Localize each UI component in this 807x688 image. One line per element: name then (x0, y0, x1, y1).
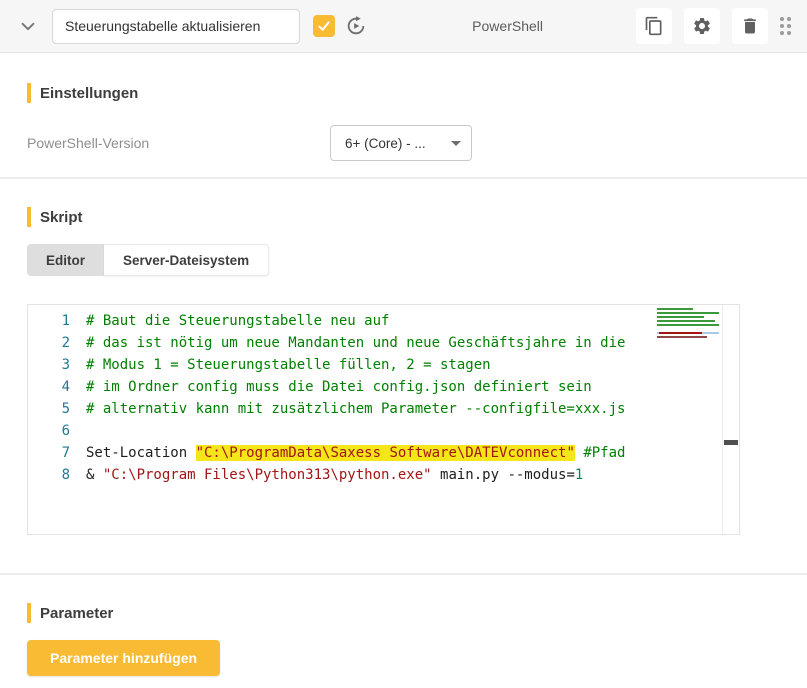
script-tabs: Editor Server-Dateisystem (27, 244, 780, 276)
settings-button[interactable] (684, 8, 720, 44)
powershell-version-value: 6+ (Core) - ... (345, 136, 445, 151)
minimap[interactable] (656, 308, 720, 354)
copy-button[interactable] (636, 8, 672, 44)
script-title: Skript (40, 209, 83, 226)
code-line[interactable]: 4# im Ordner config muss die Datei confi… (28, 376, 739, 398)
header-actions (636, 8, 768, 44)
parameter-title: Parameter (40, 605, 113, 622)
code-lines: 1# Baut die Steuerungstabelle neu auf2# … (28, 310, 739, 486)
task-name-input[interactable] (52, 9, 300, 44)
drag-handle[interactable] (780, 17, 791, 35)
powershell-version-row: PowerShell-Version 6+ (Core) - ... (27, 125, 780, 161)
code-line[interactable]: 1# Baut die Steuerungstabelle neu auf (28, 310, 739, 332)
code-line[interactable]: 6 (28, 420, 739, 442)
code-line[interactable]: 7Set-Location "C:\ProgramData\Saxess Sof… (28, 442, 739, 464)
collapse-chevron-icon[interactable] (16, 14, 40, 38)
settings-title: Einstellungen (40, 85, 138, 102)
tab-editor[interactable]: Editor (27, 244, 104, 276)
script-section-header: Skript (27, 207, 780, 227)
code-line[interactable]: 3# Modus 1 = Steuerungstabelle füllen, 2… (28, 354, 739, 376)
editor-scrollbar[interactable] (722, 305, 739, 534)
powershell-version-select[interactable]: 6+ (Core) - ... (330, 125, 472, 161)
task-header: PowerShell (0, 0, 807, 53)
code-line[interactable]: 2# das ist nötig um neue Mandanten und n… (28, 332, 739, 354)
add-parameter-button[interactable]: Parameter hinzufügen (27, 640, 220, 676)
powershell-version-label: PowerShell-Version (27, 135, 330, 151)
enabled-checkbox[interactable] (313, 15, 335, 37)
run-task-icon[interactable] (344, 14, 368, 38)
divider (0, 177, 807, 179)
section-accent-bar (27, 603, 31, 623)
delete-button[interactable] (732, 8, 768, 44)
scrollbar-thumb[interactable] (724, 440, 738, 445)
divider (0, 573, 807, 575)
section-accent-bar (27, 83, 31, 103)
dropdown-caret-icon (451, 141, 461, 146)
section-accent-bar (27, 207, 31, 227)
tab-server-filesystem[interactable]: Server-Dateisystem (104, 244, 269, 276)
code-line[interactable]: 8& "C:\Program Files\Python313\python.ex… (28, 464, 739, 486)
parameter-section-header: Parameter (27, 603, 780, 623)
code-line[interactable]: 5# alternativ kann mit zusätzlichem Para… (28, 398, 739, 420)
task-type-label: PowerShell (472, 18, 543, 34)
code-editor[interactable]: 1# Baut die Steuerungstabelle neu auf2# … (27, 304, 740, 535)
settings-section-header: Einstellungen (27, 83, 780, 103)
